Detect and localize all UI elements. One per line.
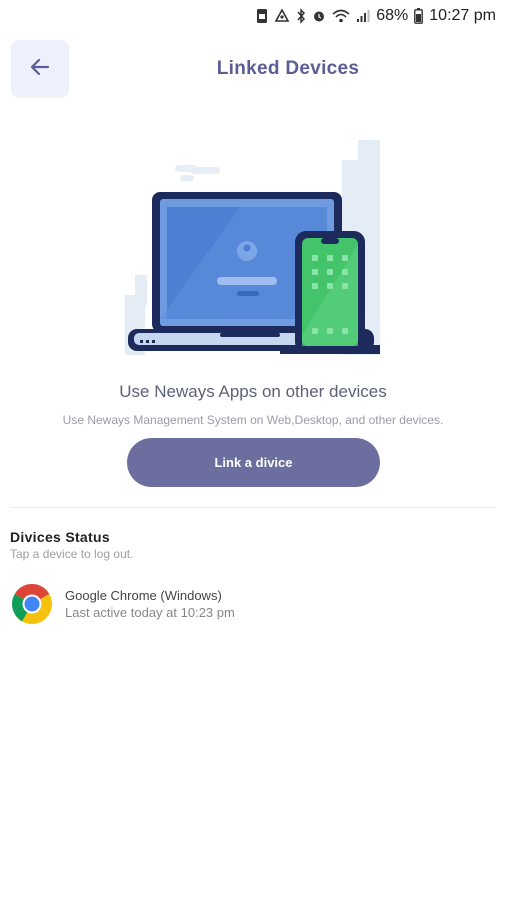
- devices-status-title: Divices Status: [10, 529, 110, 545]
- clock: 10:27 pm: [429, 7, 496, 24]
- status-bar: 68% 10:27 pm: [0, 0, 506, 32]
- chrome-icon: [10, 582, 54, 626]
- battery-percent: 68%: [376, 7, 409, 24]
- promo-subtitle: Use Neways Management System on Web,Desk…: [62, 413, 444, 427]
- alarm-icon: [312, 9, 326, 23]
- sim-icon: [256, 8, 268, 24]
- device-last-active: Last active today at 10:23 pm: [65, 605, 235, 620]
- device-name: Google Chrome (Windows): [65, 588, 222, 603]
- bluetooth-icon: [296, 8, 306, 24]
- devices-illustration: [120, 135, 390, 365]
- page-title: Linked Devices: [216, 58, 360, 79]
- wifi-icon: [332, 9, 350, 23]
- header: Linked Devices: [0, 40, 506, 100]
- divider: [10, 507, 496, 508]
- promo-title: Use Neways Apps on other devices: [119, 382, 387, 401]
- devices-status-subtitle: Tap a device to log out.: [10, 547, 134, 561]
- signal-icon: [356, 9, 370, 23]
- network-icon: [274, 9, 290, 23]
- device-list-item[interactable]: Google Chrome (Windows) Last active toda…: [10, 580, 496, 630]
- battery-icon: [414, 8, 424, 24]
- link-device-button[interactable]: Link a divice: [127, 438, 380, 487]
